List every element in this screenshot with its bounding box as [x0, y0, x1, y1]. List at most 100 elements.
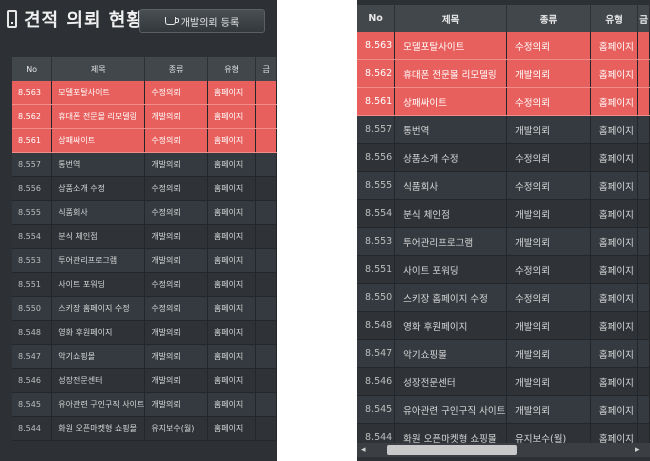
- cell-no: 8.553: [357, 227, 396, 256]
- cell-type: 홈페이지: [590, 255, 639, 284]
- col-header-title[interactable]: 제목: [51, 57, 146, 81]
- cell-kind: 수정의뢰: [506, 255, 591, 284]
- table-row[interactable]: 8.550 스키장 홈페이지 수정 수정의뢰 홈페이지: [357, 283, 650, 312]
- table-row[interactable]: 8.557 통번역 개발의뢰 홈페이지: [12, 152, 277, 177]
- scroll-left-icon[interactable]: ◂: [361, 445, 371, 455]
- cell-kind: 수정의뢰: [144, 200, 208, 225]
- table-row[interactable]: 8.546 성장전문센터 개발의뢰 홈페이지: [357, 367, 650, 396]
- cell-type: 홈페이지: [207, 320, 257, 345]
- cell-type: 홈페이지: [590, 367, 639, 396]
- table-row[interactable]: 8.562 휴대폰 전문몰 리모델링 개발의뢰 홈페이지: [357, 59, 650, 88]
- cell-kind: 수정의뢰: [144, 296, 208, 321]
- cell-type: 홈페이지: [207, 416, 257, 441]
- table-row[interactable]: 8.551 사이트 포워딩 수정의뢰 홈페이지: [12, 272, 277, 297]
- table-row[interactable]: 8.555 식품회사 수정의뢰 홈페이지: [12, 200, 277, 225]
- table-row[interactable]: 8.544 화원 오픈마켓형 쇼핑몰 유지보수(월) 홈페이지: [12, 416, 277, 441]
- cell-amount: [255, 152, 277, 177]
- col-header-type[interactable]: 유형: [590, 5, 639, 32]
- cell-type: 홈페이지: [207, 128, 257, 153]
- cell-no: 8.548: [12, 320, 53, 345]
- table-row[interactable]: 8.554 분식 체인점 개발의뢰 홈페이지: [12, 224, 277, 249]
- col-header-no[interactable]: No: [357, 5, 396, 32]
- table-row[interactable]: 8.548 영화 후원페이지 개발의뢰 홈페이지: [357, 311, 650, 340]
- cell-title: 투어관리프로그램: [51, 248, 146, 273]
- cell-title: 분식 체인점: [51, 224, 146, 249]
- table-row[interactable]: 8.545 유아관련 구인구직 사이트 개발의뢰 홈페이지: [357, 395, 650, 424]
- cell-title: 유아관련 구인구직 사이트: [51, 392, 146, 417]
- cell-no: 8.563: [357, 32, 396, 60]
- mobile-phone-icon: [7, 10, 17, 28]
- cell-title: 통번역: [51, 152, 146, 177]
- cell-type: 홈페이지: [590, 87, 639, 116]
- table-row[interactable]: 8.547 악기쇼핑몰 개발의뢰 홈페이지: [357, 339, 650, 368]
- table-row[interactable]: 8.545 유아관련 구인구직 사이트 개발의뢰 홈페이지: [12, 392, 277, 417]
- table-row[interactable]: 8.546 성장전문센터 개발의뢰 홈페이지: [12, 368, 277, 393]
- cell-kind: 수정의뢰: [506, 87, 591, 116]
- cell-amount: [637, 87, 650, 116]
- cell-title: 분식 체인점: [394, 199, 508, 228]
- cell-type: 홈페이지: [590, 227, 639, 256]
- cell-kind: 개발의뢰: [506, 227, 591, 256]
- table-row[interactable]: 8.548 영화 후원페이지 개발의뢰 홈페이지: [12, 320, 277, 345]
- col-header-amount[interactable]: 금: [637, 5, 650, 32]
- table-row[interactable]: 8.551 사이트 포워딩 수정의뢰 홈페이지: [357, 255, 650, 284]
- table-row[interactable]: 8.563 모델포탈사이트 수정의뢰 홈페이지: [357, 32, 650, 60]
- cell-amount: [637, 115, 650, 144]
- table-row[interactable]: 8.555 식품회사 수정의뢰 홈페이지: [357, 171, 650, 200]
- mobile-panel-left: 견적 의뢰 현황 개발의뢰 등록 No 제목 종류 유형 금 8.563 모델포탈…: [0, 0, 277, 461]
- cell-kind: 개발의뢰: [506, 115, 591, 144]
- cell-title: 상품소개 수정: [394, 143, 508, 172]
- cell-title: 모델포탈사이트: [51, 81, 146, 105]
- table-row[interactable]: 8.553 투어관리프로그램 개발의뢰 홈페이지: [357, 227, 650, 256]
- cell-no: 8.551: [12, 272, 53, 297]
- table-row[interactable]: 8.561 상패싸이트 수정의뢰 홈페이지: [357, 87, 650, 116]
- cell-no: 8.554: [357, 199, 396, 228]
- request-table: No 제목 종류 유형 금 8.563 모델포탈사이트 수정의뢰 홈페이지 8.562 휴…: [12, 57, 277, 441]
- col-header-type[interactable]: 유형: [207, 57, 257, 81]
- table-row[interactable]: 8.547 악기쇼핑몰 개발의뢰 홈페이지: [12, 344, 277, 369]
- cell-type: 홈페이지: [207, 200, 257, 225]
- table-row[interactable]: 8.563 모델포탈사이트 수정의뢰 홈페이지: [12, 81, 277, 105]
- cell-no: 8.557: [12, 152, 53, 177]
- cell-type: 홈페이지: [590, 395, 639, 424]
- cell-kind: 수정의뢰: [144, 272, 208, 297]
- cell-type: 홈페이지: [207, 176, 257, 201]
- table-row[interactable]: 8.562 휴대폰 전문몰 리모델링 개발의뢰 홈페이지: [12, 104, 277, 129]
- cell-kind: 개발의뢰: [506, 367, 591, 396]
- cell-amount: [255, 320, 277, 345]
- col-header-amount[interactable]: 금: [255, 57, 277, 81]
- col-header-kind[interactable]: 종류: [506, 5, 591, 32]
- cell-type: 홈페이지: [207, 81, 257, 105]
- cell-title: 성장전문센터: [51, 368, 146, 393]
- scrollbar-thumb[interactable]: [387, 445, 517, 455]
- cell-title: 스키장 홈페이지 수정: [394, 283, 508, 312]
- cell-amount: [637, 367, 650, 396]
- table-row[interactable]: 8.556 상품소개 수정 수정의뢰 홈페이지: [357, 143, 650, 172]
- cell-no: 8.555: [12, 200, 53, 225]
- table-row[interactable]: 8.556 상품소개 수정 수정의뢰 홈페이지: [12, 176, 277, 201]
- cell-amount: [255, 224, 277, 249]
- coffee-cup-icon: [164, 17, 179, 25]
- col-header-title[interactable]: 제목: [394, 5, 508, 32]
- cell-kind: 수정의뢰: [506, 283, 591, 312]
- horizontal-scrollbar[interactable]: ◂ ▸: [357, 443, 650, 457]
- col-header-kind[interactable]: 종류: [144, 57, 208, 81]
- cell-no: 8.553: [12, 248, 53, 273]
- table-row[interactable]: 8.557 통번역 개발의뢰 홈페이지: [357, 115, 650, 144]
- table-row[interactable]: 8.553 투어관리프로그램 개발의뢰 홈페이지: [12, 248, 277, 273]
- scroll-right-icon[interactable]: ▸: [635, 445, 645, 455]
- cell-type: 홈페이지: [590, 199, 639, 228]
- cell-no: 8.545: [12, 392, 53, 417]
- col-header-no[interactable]: No: [12, 57, 53, 81]
- cell-amount: [637, 199, 650, 228]
- cell-kind: 수정의뢰: [506, 143, 591, 172]
- cell-title: 사이트 포워딩: [394, 255, 508, 284]
- cell-amount: [637, 32, 650, 60]
- table-row[interactable]: 8.554 분식 체인점 개발의뢰 홈페이지: [357, 199, 650, 228]
- table-header-row: No 제목 종류 유형 금: [357, 5, 650, 32]
- cell-type: 홈페이지: [590, 143, 639, 172]
- register-request-button[interactable]: 개발의뢰 등록: [139, 9, 265, 33]
- cell-type: 홈페이지: [207, 368, 257, 393]
- table-row[interactable]: 8.561 상패싸이트 수정의뢰 홈페이지: [12, 128, 277, 153]
- table-row[interactable]: 8.550 스키장 홈페이지 수정 수정의뢰 홈페이지: [12, 296, 277, 321]
